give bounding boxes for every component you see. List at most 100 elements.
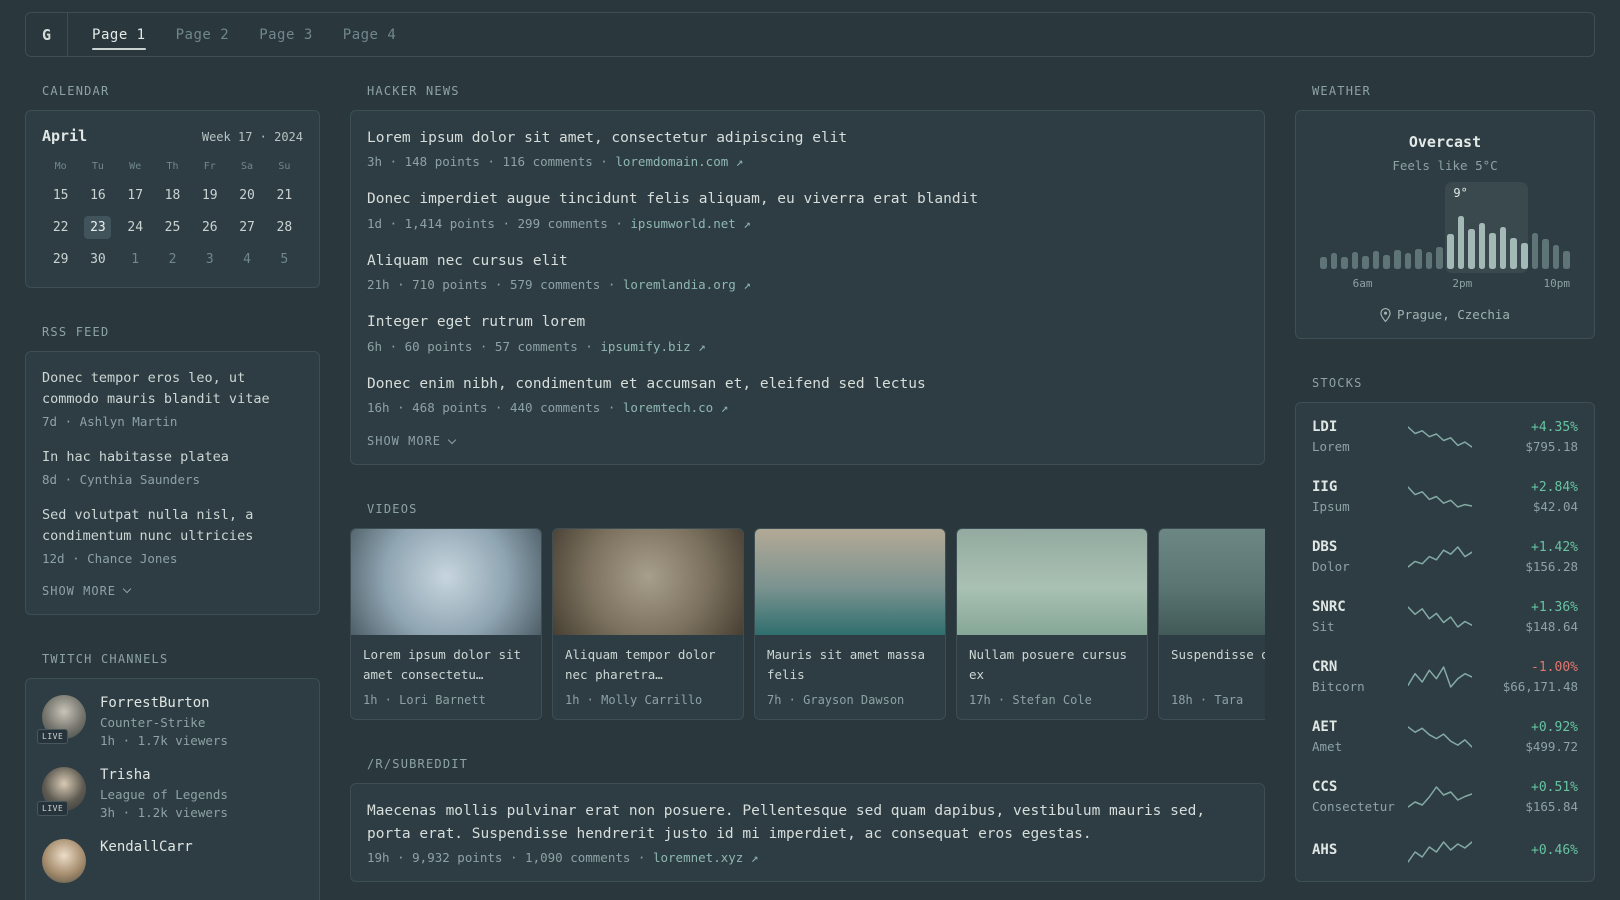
logo[interactable]: G — [42, 26, 67, 44]
calendar-day[interactable]: 30 — [79, 248, 116, 271]
video-thumbnail[interactable] — [957, 529, 1147, 636]
weather-bars — [1320, 209, 1570, 269]
calendar-day[interactable]: 24 — [117, 216, 154, 239]
hn-item-title[interactable]: Aliquam nec cursus elit — [367, 250, 1248, 272]
twitch-channel-meta: 1h · 1.7k viewers — [100, 732, 228, 748]
video-title[interactable]: Lorem ipsum dolor sit amet consectetu… — [363, 645, 529, 685]
stock-sparkline — [1408, 665, 1472, 688]
video-card[interactable]: Aliquam tempor dolor nec pharetra… 1h · … — [552, 528, 744, 721]
hn-item-title[interactable]: Donec imperdiet augue tincidunt felis al… — [367, 188, 1248, 210]
stock-row[interactable]: CRN Bitcorn -1.00% $66,171.48 — [1312, 659, 1578, 694]
calendar-day[interactable]: 20 — [228, 184, 265, 207]
stock-values: +4.35% $795.18 — [1525, 420, 1578, 454]
rss-item-title[interactable]: Sed volutpat nulla nisl, a condimentum n… — [42, 505, 303, 547]
calendar-day[interactable]: 1 — [117, 248, 154, 271]
calendar-day[interactable]: 29 — [42, 248, 79, 271]
video-title[interactable]: Suspendisse diam — [1171, 645, 1265, 685]
subreddit-domain-link[interactable]: loremnet.xyz ↗ — [653, 850, 758, 865]
rss-item-title[interactable]: Donec tempor eros leo, ut commodo mauris… — [42, 368, 303, 410]
calendar-day[interactable]: 21 — [266, 184, 303, 207]
calendar-day[interactable]: 17 — [117, 184, 154, 207]
calendar-day[interactable]: 22 — [42, 216, 79, 239]
stock-symbol: LDI — [1312, 419, 1338, 435]
hn-item-title[interactable]: Integer eget rutrum lorem — [367, 311, 1248, 333]
chevron-down-icon — [447, 435, 457, 445]
subreddit-widget: /R/SUBREDDIT Maecenas mollis pulvinar er… — [350, 757, 1265, 883]
calendar-day[interactable]: 26 — [191, 216, 228, 239]
calendar-day[interactable]: 15 — [42, 184, 79, 207]
video-title[interactable]: Aliquam tempor dolor nec pharetra… — [565, 645, 731, 685]
stock-row[interactable]: AHS +0.46% — [1312, 839, 1578, 865]
rss-header: RSS FEED — [42, 325, 110, 339]
navbar: G Page 1 Page 2 Page 3 Page 4 — [25, 12, 1595, 57]
stock-row[interactable]: CCS Consectetur +0.51% $165.84 — [1312, 779, 1578, 814]
video-thumbnail[interactable] — [1159, 529, 1265, 636]
stock-row[interactable]: SNRC Sit +1.36% $148.64 — [1312, 599, 1578, 634]
twitch-channel-name[interactable]: ForrestBurton — [100, 695, 228, 711]
hn-meta-text: 21h · 710 points · 579 comments · — [367, 277, 616, 293]
subreddit-post-title[interactable]: Maecenas mollis pulvinar erat non posuer… — [367, 800, 1248, 845]
weather-feels-like: Feels like 5°C — [1392, 158, 1498, 173]
hn-domain-link[interactable]: loremlandia.org ↗ — [623, 277, 751, 292]
calendar-day[interactable]: 5 — [266, 248, 303, 271]
rss-show-more-button[interactable]: SHOW MORE — [42, 584, 303, 598]
weather-hour-label: 2pm — [1452, 277, 1473, 290]
calendar-day-name: Su — [278, 161, 291, 172]
hn-domain-link[interactable]: ipsumify.biz ↗ — [600, 339, 705, 354]
twitch-channel-name[interactable]: KendallCarr — [100, 839, 193, 855]
page-tab[interactable]: Page 3 — [259, 27, 313, 43]
twitch-channel[interactable]: KendallCarr — [42, 838, 303, 883]
calendar-day[interactable]: 4 — [228, 248, 265, 271]
calendar-day[interactable]: 18 — [154, 184, 191, 207]
hn-show-more-button[interactable]: SHOW MORE — [367, 434, 1248, 448]
calendar-day-number: 3 — [205, 252, 214, 267]
video-card[interactable]: Nullam posuere cursus ex 17h · Stefan Co… — [956, 528, 1148, 721]
calendar-day[interactable]: 3 — [191, 248, 228, 271]
stock-name: Consectetur — [1312, 799, 1395, 814]
video-card-body: Suspendisse diam 18h · Tara — [1159, 635, 1265, 719]
avatar — [42, 838, 86, 883]
videos-widget: VIDEOS Lorem ipsum dolor sit amet consec… — [350, 502, 1265, 721]
video-card[interactable]: Lorem ipsum dolor sit amet consectetu… 1… — [350, 528, 542, 721]
hn-item-title[interactable]: Donec enim nibh, condimentum et accumsan… — [367, 373, 1248, 395]
stock-id: AET Amet — [1312, 719, 1408, 754]
stock-values: +0.51% $165.84 — [1525, 780, 1578, 814]
stock-row[interactable]: IIG Ipsum +2.84% $42.04 — [1312, 479, 1578, 514]
hn-domain-link[interactable]: loremtech.co ↗ — [623, 400, 728, 415]
weather-hour-label: 6am — [1352, 277, 1373, 290]
video-thumbnail[interactable] — [553, 529, 743, 636]
stock-row[interactable]: AET Amet +0.92% $499.72 — [1312, 719, 1578, 754]
page-tab[interactable]: Page 1 — [92, 27, 146, 50]
stock-row[interactable]: DBS Dolor +1.42% $156.28 — [1312, 539, 1578, 574]
page-tab[interactable]: Page 4 — [343, 27, 397, 43]
right-column: WEATHER Overcast Feels like 5°C 9° 6am 2… — [1295, 84, 1595, 900]
video-thumbnail[interactable] — [351, 529, 541, 636]
hn-item-meta: 16h · 468 points · 440 comments · loremt… — [367, 400, 1248, 415]
hn-meta-text: 6h · 60 points · 57 comments · — [367, 338, 593, 354]
hn-item-title[interactable]: Lorem ipsum dolor sit amet, consectetur … — [367, 127, 1248, 149]
twitch-channel[interactable]: LIVE ForrestBurton Counter-Strike 1h · 1… — [37, 694, 303, 748]
weather-location[interactable]: Prague, Czechia — [1312, 307, 1578, 322]
calendar-day[interactable]: 19 — [191, 184, 228, 207]
hn-domain-link[interactable]: ipsumworld.net ↗ — [630, 216, 750, 231]
twitch-channel-name[interactable]: Trisha — [100, 767, 228, 783]
calendar-day[interactable]: 2 — [154, 248, 191, 271]
calendar-day[interactable]: 28 — [266, 216, 303, 239]
stock-id: CCS Consectetur — [1312, 779, 1408, 814]
calendar-day[interactable]: 27 — [228, 216, 265, 239]
location-pin-icon — [1380, 307, 1391, 322]
video-thumbnail[interactable] — [755, 529, 945, 636]
video-card[interactable]: Mauris sit amet massa felis 7h · Grayson… — [754, 528, 946, 721]
calendar-day[interactable]: 23 — [79, 216, 116, 239]
calendar-day[interactable]: 25 — [154, 216, 191, 239]
rss-item-title[interactable]: In hac habitasse platea — [42, 447, 303, 468]
calendar-day-number: 2 — [168, 252, 177, 267]
video-title[interactable]: Nullam posuere cursus ex — [969, 645, 1135, 685]
page-tab[interactable]: Page 2 — [176, 27, 230, 43]
video-card[interactable]: Suspendisse diam 18h · Tara — [1158, 528, 1265, 721]
twitch-channel[interactable]: LIVE Trisha League of Legends 3h · 1.2k … — [37, 766, 303, 820]
video-title[interactable]: Mauris sit amet massa felis — [767, 645, 933, 685]
calendar-day[interactable]: 16 — [79, 184, 116, 207]
stock-row[interactable]: LDI Lorem +4.35% $795.18 — [1312, 419, 1578, 454]
hn-domain-link[interactable]: loremdomain.com ↗ — [615, 154, 743, 169]
